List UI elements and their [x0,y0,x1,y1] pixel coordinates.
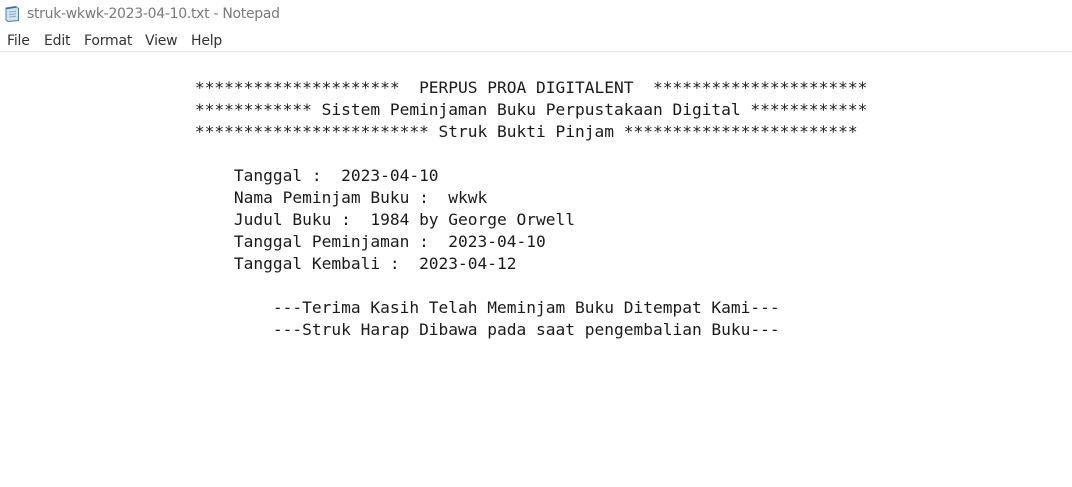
menu-view[interactable]: View [145,32,178,50]
doc-line-tanggal-kembali: Tanggal Kembali : 2023-04-12 [0,254,517,273]
doc-line-blank [0,143,867,165]
menu-file[interactable]: File [7,32,30,50]
doc-line-judul-buku: Judul Buku : 1984 by George Orwell [0,210,575,229]
notepad-window: struk-wkwk-2023-04-10.txt - Notepad File… [0,0,1072,487]
document-text: ********************* PERPUS PROA DIGITA… [0,77,867,341]
text-editor[interactable]: ********************* PERPUS PROA DIGITA… [0,52,1072,487]
doc-line-tanggal: Tanggal : 2023-04-10 [0,166,439,185]
menu-format[interactable]: Format [84,32,132,50]
menu-bar: File Edit Format View Help [0,29,1072,51]
doc-line-footer-2: ---Struk Harap Dibawa pada saat pengemba… [0,320,780,339]
doc-line-footer-1: ---Terima Kasih Telah Meminjam Buku Dite… [0,298,780,317]
doc-line-nama-peminjam: Nama Peminjam Buku : wkwk [0,188,488,207]
doc-line-blank [0,275,867,297]
doc-line-header-1: ********************* PERPUS PROA DIGITA… [0,78,868,97]
doc-line-header-3: ************************ Struk Bukti Pin… [0,122,858,141]
menu-edit[interactable]: Edit [44,32,71,50]
menu-help[interactable]: Help [191,32,222,50]
doc-line-tanggal-peminjaman: Tanggal Peminjaman : 2023-04-10 [0,232,546,251]
doc-line-header-2: ************ Sistem Peminjaman Buku Perp… [0,100,868,119]
notepad-icon [5,5,19,22]
title-bar[interactable]: struk-wkwk-2023-04-10.txt - Notepad [0,0,1072,28]
window-title: struk-wkwk-2023-04-10.txt - Notepad [27,6,280,22]
